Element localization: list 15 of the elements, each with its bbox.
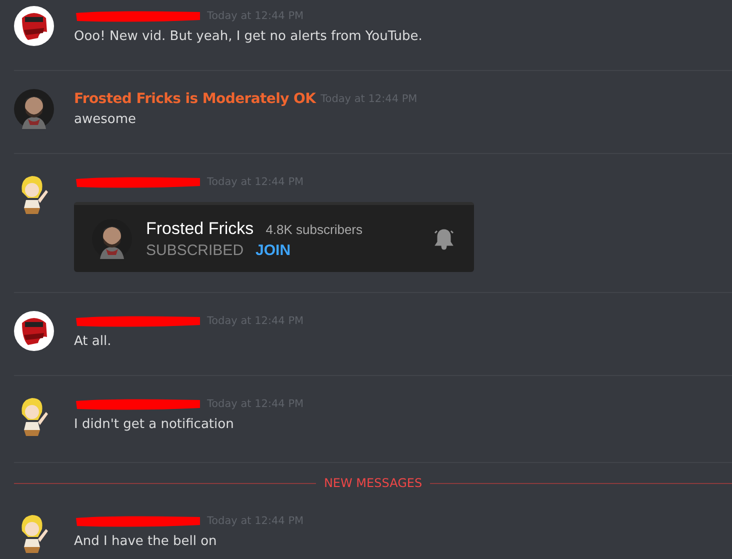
message-text: Ooo! New vid. But yeah, I get no alerts from YouTube.: [74, 28, 422, 46]
avatar: [14, 311, 54, 351]
avatar: [14, 89, 54, 129]
join-link[interactable]: JOIN: [256, 242, 291, 258]
avatar: [14, 6, 54, 46]
channel-name: Frosted Fricks: [146, 218, 254, 238]
subscribed-status[interactable]: SUBSCRIBED: [146, 242, 244, 258]
message-text: And I have the bell on: [74, 533, 218, 551]
bell-icon[interactable]: [432, 226, 456, 250]
message-text: awesome: [74, 111, 137, 129]
new-messages-label: NEW MESSAGES: [324, 476, 422, 490]
subscriber-count: 4.8K subscribers: [266, 222, 363, 236]
message-text: At all.: [74, 333, 112, 351]
author-name[interactable]: Frosted Fricks is Moderately OK: [74, 91, 316, 107]
message-text: I didn't get a notification: [74, 416, 235, 434]
